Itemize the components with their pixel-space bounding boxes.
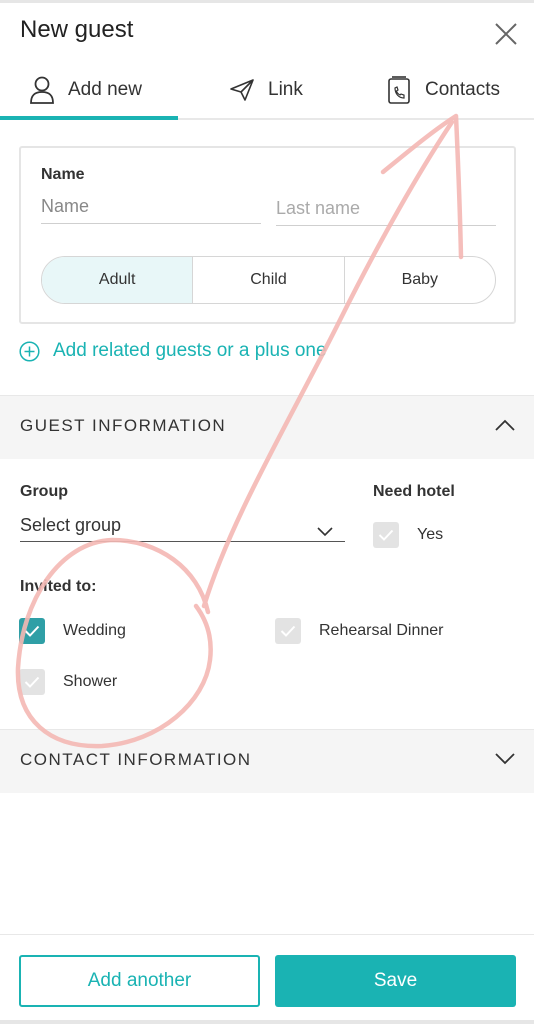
name-label: Name (41, 166, 85, 183)
name-card: Name Adult Child Baby (19, 146, 516, 324)
wedding-checkbox[interactable] (19, 618, 45, 644)
tab-label: Add new (68, 79, 142, 100)
add-another-button[interactable]: Add another (19, 955, 260, 1007)
shower-label: Shower (63, 673, 118, 690)
need-hotel-label: Need hotel (373, 483, 455, 500)
plus-circle-icon (19, 340, 40, 362)
shower-checkbox[interactable] (19, 669, 45, 695)
guest-information-header[interactable]: GUEST INFORMATION (0, 395, 534, 459)
age-option-child[interactable]: Child (193, 257, 345, 303)
tab-label: Link (268, 79, 303, 100)
age-selector: Adult Child Baby (41, 256, 496, 304)
hotel-yes-label: Yes (417, 526, 444, 543)
add-related-label: Add related guests or a plus one (53, 340, 327, 361)
add-related-guests-link[interactable]: Add related guests or a plus one (19, 340, 327, 362)
annotation-circle (15, 537, 213, 749)
wedding-label: Wedding (63, 622, 126, 639)
chevron-up-icon (494, 418, 516, 437)
person-icon (30, 76, 54, 104)
age-option-baby[interactable]: Baby (345, 257, 495, 303)
contacts-book-icon (387, 76, 411, 104)
paper-plane-icon (230, 79, 254, 101)
footer-divider (0, 934, 534, 935)
dialog-title: New guest (20, 16, 134, 43)
dialog-header: New guest (0, 0, 534, 62)
tab-link[interactable]: Link (230, 62, 303, 118)
first-name-input[interactable] (41, 190, 261, 224)
close-icon[interactable] (492, 20, 520, 48)
group-label: Group (20, 483, 68, 500)
group-select[interactable]: Select group (20, 512, 345, 542)
chevron-down-icon (317, 521, 333, 542)
bottom-edge (0, 1020, 534, 1024)
chevron-down-icon (494, 752, 516, 771)
section-title: CONTACT INFORMATION (20, 750, 252, 769)
active-tab-indicator (0, 116, 178, 120)
age-option-adult[interactable]: Adult (42, 257, 194, 303)
tab-add-new[interactable]: Add new (30, 62, 142, 118)
section-title: GUEST INFORMATION (20, 416, 227, 435)
tab-bar: Add new Link Contacts (0, 62, 534, 120)
rehearsal-dinner-checkbox[interactable] (275, 618, 301, 644)
invited-to-label: Invited to: (20, 578, 97, 595)
contact-information-header[interactable]: CONTACT INFORMATION (0, 729, 534, 793)
save-button[interactable]: Save (275, 955, 516, 1007)
rehearsal-dinner-label: Rehearsal Dinner (319, 622, 444, 639)
last-name-input[interactable] (276, 192, 496, 226)
group-select-value: Select group (20, 515, 122, 535)
tab-label: Contacts (425, 79, 500, 100)
hotel-yes-checkbox[interactable] (373, 522, 399, 548)
tab-contacts[interactable]: Contacts (387, 62, 500, 118)
